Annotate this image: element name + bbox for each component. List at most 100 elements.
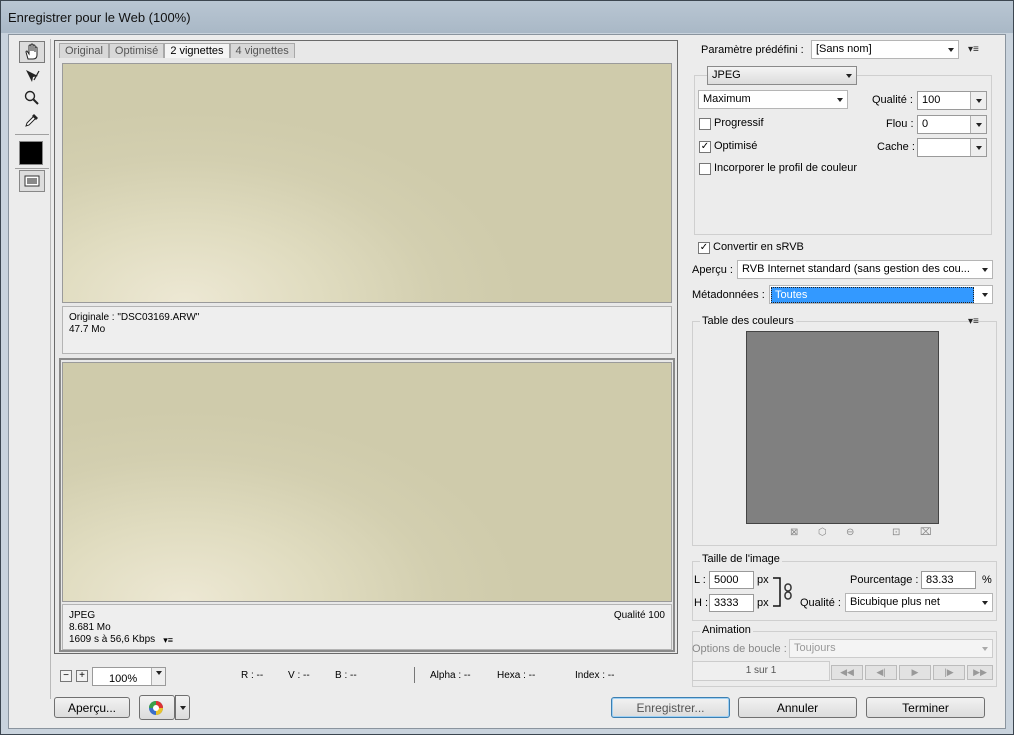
original-size: 47.7 Mo (69, 324, 106, 335)
optimized-size: 8.681 Mo (69, 622, 111, 633)
eyedropper-color-swatch[interactable] (19, 141, 43, 165)
zoom-out-button[interactable]: − (60, 670, 72, 682)
matte-select[interactable] (917, 138, 987, 157)
cancel-button[interactable]: Annuler (738, 697, 857, 718)
tool-separator (15, 134, 49, 135)
window-title: Enregistrer pour le Web (100%) (8, 10, 191, 25)
resample-quality-label: Qualité : (800, 597, 841, 609)
matte-label: Cache : (877, 141, 915, 153)
quality-value: 100 (922, 94, 941, 106)
eyedropper-icon[interactable] (19, 109, 45, 131)
width-unit: px (757, 574, 769, 586)
trash-icon[interactable]: ⌧ (920, 527, 932, 538)
chevron-down-icon (982, 601, 988, 605)
download-time: 1609 s à 56,6 Kbps (69, 634, 156, 645)
preview-profile-label: Aperçu : (692, 264, 733, 276)
preview-profile-select[interactable]: RVB Internet standard (sans gestion des … (737, 260, 993, 279)
constrain-proportions-icon[interactable] (772, 575, 794, 609)
browser-select-button[interactable] (175, 695, 190, 720)
optimized-label: Optimisé (714, 140, 758, 152)
quality-input[interactable]: 100 (917, 91, 987, 110)
done-button[interactable]: Terminer (866, 697, 985, 718)
quality-preset-value: Maximum (703, 93, 751, 105)
panel-menu-icon[interactable]: ▾≡ (968, 44, 979, 55)
progressive-label: Progressif (714, 117, 764, 129)
chevron-down-icon (846, 74, 852, 78)
metadata-value: Toutes (771, 287, 974, 303)
tool-separator (15, 168, 49, 169)
height-label: H : (694, 597, 709, 609)
chevron-down-icon (970, 116, 986, 133)
optimized-checkbox[interactable]: ✓ (699, 141, 711, 153)
map-transparent-icon[interactable]: ⊠ (790, 527, 798, 538)
zoom-level-value: 100% (109, 673, 138, 685)
resample-quality-select[interactable]: Bicubique plus net (845, 593, 993, 612)
chevron-down-icon (982, 647, 988, 651)
file-format-select[interactable]: JPEG (707, 66, 857, 85)
file-format-value: JPEG (712, 69, 741, 81)
progressive-checkbox[interactable] (699, 118, 711, 130)
chevron-down-icon (970, 92, 986, 109)
title-bar[interactable]: Enregistrer pour le Web (100%) (1, 1, 1013, 33)
metadata-select[interactable]: Toutes (769, 285, 993, 304)
play-button[interactable]: ▶ (899, 665, 931, 680)
view-tabs: Original Optimisé 2 vignettes 4 vignette… (59, 43, 295, 59)
tab-optimized[interactable]: Optimisé (108, 43, 165, 58)
readout-green: V : -- (288, 670, 310, 681)
optimized-image-pane[interactable] (62, 362, 672, 602)
image-size-group (692, 561, 997, 621)
color-table-swatches[interactable] (746, 331, 939, 524)
chevron-down-icon (970, 139, 986, 156)
next-frame-button[interactable]: |▶ (933, 665, 965, 680)
toggle-slices-icon[interactable] (19, 170, 45, 192)
web-shift-icon[interactable]: ⬡ (818, 527, 827, 538)
download-speed-menu-icon[interactable]: ▾≡ (163, 634, 173, 646)
image-size-title: Taille de l'image (700, 553, 782, 565)
convert-srgb-checkbox[interactable]: ✓ (698, 242, 710, 254)
tab-original[interactable]: Original (59, 43, 109, 58)
readout-red: R : -- (241, 670, 264, 681)
preset-label: Paramètre prédéfini : (701, 44, 804, 56)
width-input[interactable]: 5000 (709, 571, 754, 589)
chevron-down-icon (179, 705, 186, 710)
chevron-down-icon (151, 668, 165, 685)
color-table-title: Table des couleurs (700, 315, 796, 327)
preset-select[interactable]: [Sans nom] (811, 40, 959, 59)
save-button[interactable]: Enregistrer... (611, 697, 730, 718)
browser-preview-button[interactable] (139, 695, 175, 720)
optimized-quality: Qualité 100 (613, 610, 665, 621)
zoom-level-select[interactable]: 100% (92, 667, 166, 686)
height-input[interactable]: 3333 (709, 594, 754, 612)
chevron-down-icon (982, 268, 988, 272)
percent-input[interactable]: 83.33 (921, 571, 976, 589)
last-frame-button[interactable]: ▶▶ (967, 665, 993, 680)
frame-counter: 1 sur 1 (692, 661, 830, 681)
lock-color-icon[interactable]: ⊖ (846, 527, 854, 538)
slice-select-icon[interactable] (19, 65, 45, 87)
tab-4-up[interactable]: 4 vignettes (229, 43, 295, 58)
preview-area: Original Optimisé 2 vignettes 4 vignette… (54, 40, 678, 654)
blur-input[interactable]: 0 (917, 115, 987, 134)
readout-alpha: Alpha : -- (430, 670, 471, 681)
quality-label: Qualité : (872, 94, 913, 106)
chevron-down-icon (948, 48, 954, 52)
width-label: L : (694, 574, 706, 586)
first-frame-button[interactable]: ◀◀ (831, 665, 863, 680)
loop-options-select[interactable]: Toujours (789, 639, 993, 658)
preset-value: [Sans nom] (816, 43, 872, 55)
hand-tool-icon[interactable] (19, 41, 45, 63)
readout-blue: B : -- (335, 670, 357, 681)
embed-profile-label: Incorporer le profil de couleur (714, 162, 858, 174)
loop-options-value: Toujours (794, 642, 836, 654)
preview-button[interactable]: Aperçu... (54, 697, 130, 718)
readout-hex: Hexa : -- (497, 670, 536, 681)
original-image-pane[interactable] (62, 63, 672, 303)
new-color-icon[interactable]: ⊡ (892, 527, 900, 538)
zoom-icon[interactable] (19, 87, 45, 109)
panel-menu-icon[interactable]: ▾≡ (968, 316, 979, 327)
previous-frame-button[interactable]: ◀| (865, 665, 897, 680)
quality-preset-select[interactable]: Maximum (698, 90, 848, 109)
zoom-in-button[interactable]: + (76, 670, 88, 682)
embed-profile-checkbox[interactable] (699, 163, 711, 175)
tab-2-up[interactable]: 2 vignettes (164, 43, 230, 58)
